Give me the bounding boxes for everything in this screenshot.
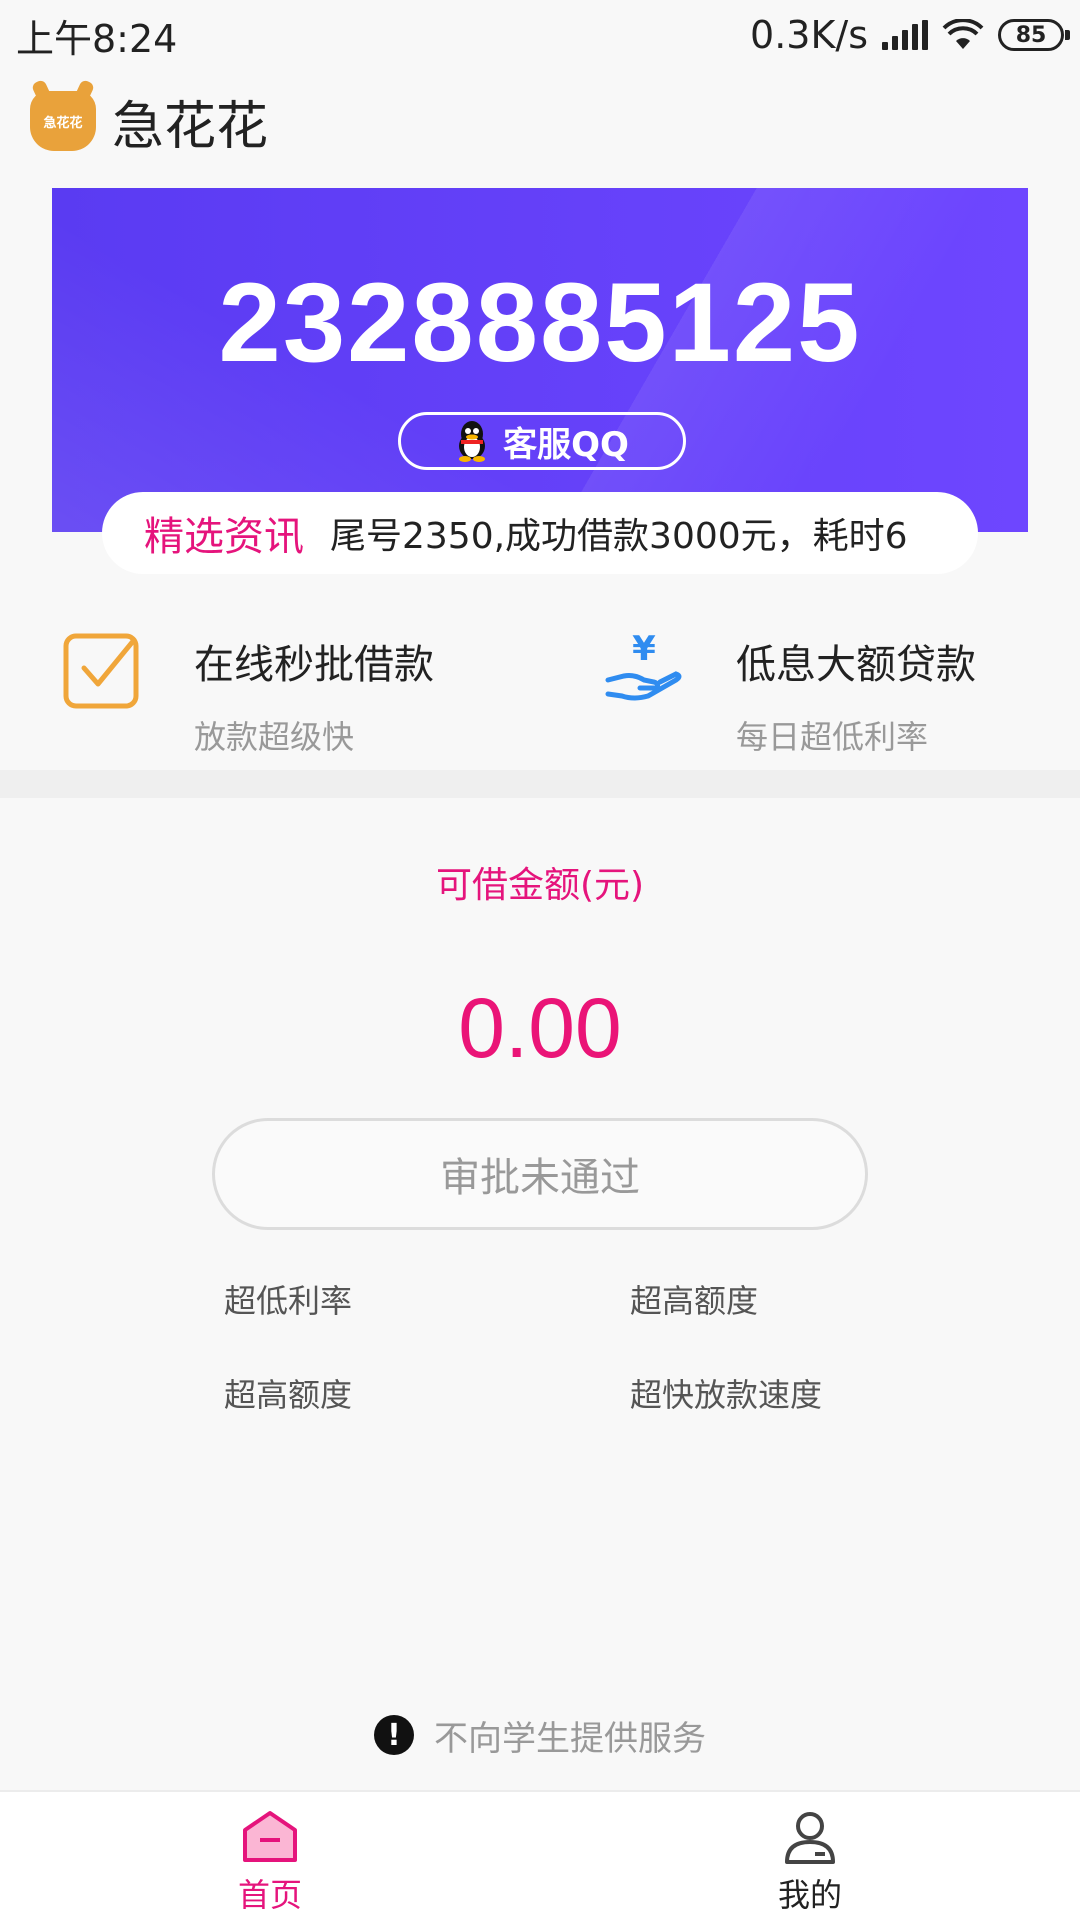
perk-item: 超低利率 — [224, 1282, 353, 1320]
app-title: 急花花 — [112, 96, 269, 157]
section-divider — [0, 770, 1080, 798]
notice-text: 不向学生提供服务 — [434, 1718, 706, 1759]
perk-item: 超高额度 — [224, 1376, 353, 1414]
signal-icon — [882, 20, 928, 50]
network-speed: 0.3K/s — [750, 13, 868, 57]
app-header: 急花花 急花花 — [0, 78, 1080, 164]
approval-status-button[interactable]: 审批未通过 — [212, 1118, 868, 1230]
status-time: 上午8:24 — [16, 16, 178, 61]
feature-subtitle: 每日超低利率 — [736, 718, 929, 756]
qq-penguin-icon — [459, 421, 486, 462]
ticker-text: 尾号2350,成功借款3000元，耗时6 — [330, 516, 908, 557]
home-icon — [243, 1811, 297, 1862]
nav-item-home[interactable]: 首页 — [170, 1810, 370, 1916]
feature-online-approval: 在线秒批借款 放款超级快 — [62, 620, 434, 770]
approval-status-label: 审批未通过 — [440, 1155, 640, 1201]
battery-level: 85 — [1015, 22, 1047, 48]
contact-banner: 2328885125 客服QQ — [52, 188, 1028, 532]
news-ticker[interactable]: 精选资讯 尾号2350,成功借款3000元，耗时6 — [102, 492, 978, 574]
perk-item: 超高额度 — [630, 1282, 759, 1320]
svg-text:¥: ¥ — [632, 630, 656, 669]
feature-low-interest: ¥ 低息大额贷款 每日超低利率 — [604, 620, 976, 770]
status-indicators: 0.3K/s 85 — [750, 13, 1070, 57]
checkbox-icon — [63, 633, 139, 709]
ticker-tag: 精选资讯 — [144, 514, 304, 560]
perk-item: 超快放款速度 — [630, 1376, 823, 1414]
battery-icon: 85 — [998, 19, 1070, 51]
bottom-navigation: 首页 我的 — [0, 1790, 1080, 1920]
student-notice: ! 不向学生提供服务 — [0, 1710, 1080, 1760]
nav-label-home: 首页 — [237, 1876, 302, 1914]
nav-item-mine[interactable]: 我的 — [710, 1810, 910, 1916]
wifi-icon — [942, 19, 984, 49]
feature-title: 低息大额贷款 — [736, 642, 976, 688]
customer-service-qq-button[interactable]: 客服QQ — [398, 412, 686, 470]
feature-title: 在线秒批借款 — [194, 642, 434, 688]
available-amount-label: 可借金额(元) — [435, 865, 645, 906]
qq-number: 2328885125 — [218, 260, 862, 385]
yen-hand-icon: ¥ — [605, 630, 682, 701]
logo-text: 急花花 — [43, 115, 83, 131]
available-amount-value: 0.00 — [458, 981, 622, 1075]
app-logo: 急花花 — [30, 91, 96, 151]
qq-button-label: 客服QQ — [503, 424, 629, 465]
user-icon — [785, 1812, 835, 1864]
nav-label-mine: 我的 — [777, 1876, 842, 1914]
feature-subtitle: 放款超级快 — [194, 718, 355, 756]
feature-row: 在线秒批借款 放款超级快 ¥ 低息大额贷款 每日超低利率 — [0, 620, 1080, 770]
exclamation-icon: ! — [374, 1715, 414, 1755]
status-bar: 上午8:24 0.3K/s 85 — [0, 0, 1080, 70]
